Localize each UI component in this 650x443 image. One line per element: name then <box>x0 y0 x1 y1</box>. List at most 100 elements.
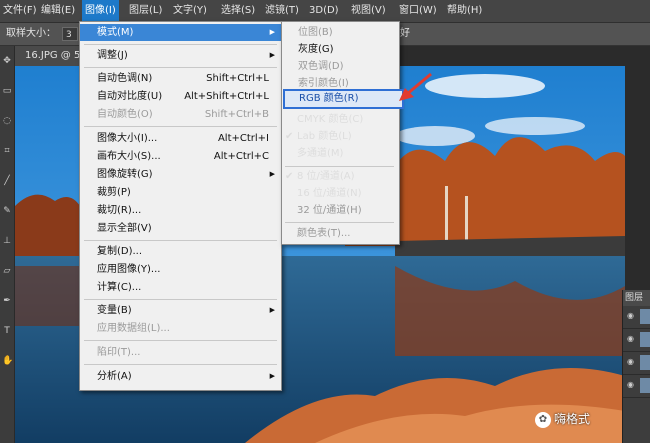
menu-item-label: 变量(B) <box>97 305 132 316</box>
eraser-tool-icon[interactable]: ▱ <box>2 266 12 276</box>
text-tool-icon[interactable]: T <box>2 326 12 336</box>
submenu-arrow-icon: ▶ <box>269 170 275 178</box>
menu-item-label: 8 位/通道(A) <box>297 171 355 182</box>
menu-item-image-rotation[interactable]: 图像旋转(G) ▶ <box>80 166 281 183</box>
stamp-tool-icon[interactable]: ⊥ <box>2 236 12 246</box>
menu-item-crop[interactable]: 裁剪(P) <box>80 184 281 201</box>
menu-item-reveal-all[interactable]: 显示全部(V) <box>80 220 281 237</box>
menu-item-label: 模式(M) <box>97 27 134 38</box>
menu-item-label: 双色调(D) <box>298 61 344 72</box>
lasso-tool-icon[interactable]: ◌ <box>2 116 12 126</box>
layer-row[interactable]: ◉ <box>623 329 650 352</box>
eye-icon[interactable]: ◉ <box>627 358 637 366</box>
mode-item-lab-color[interactable]: ✔ Lab 颜色(L) <box>281 128 398 145</box>
menu-item-analysis[interactable]: 分析(A) ▶ <box>80 368 281 385</box>
mode-item-32bit[interactable]: 32 位/通道(H) <box>281 202 398 219</box>
sample-size-select[interactable]: 3 <box>62 27 78 41</box>
menu-filter[interactable]: 滤镜(T) <box>262 0 302 22</box>
menu-edit[interactable]: 编辑(E) <box>38 0 78 22</box>
mode-item-duotone[interactable]: 双色调(D) <box>282 58 399 75</box>
menu-item-label: 图像旋转(G) <box>97 169 153 180</box>
menu-separator <box>84 240 277 241</box>
menu-image[interactable]: 图像(I) <box>82 0 119 22</box>
submenu-arrow-icon: ▶ <box>269 51 275 59</box>
menu-item-apply-data-set[interactable]: 应用数据组(L)... <box>80 320 281 337</box>
move-tool-icon[interactable]: ✥ <box>2 56 12 66</box>
layer-row[interactable]: ◉ <box>623 352 650 375</box>
menu-item-label: 位图(B) <box>298 27 333 38</box>
menu-item-label: 陷印(T)... <box>97 347 141 358</box>
menu-help[interactable]: 帮助(H) <box>444 0 485 22</box>
menu-item-label: 多通道(M) <box>297 148 344 159</box>
menu-item-label: 裁剪(P) <box>97 187 131 198</box>
image-menu-dropdown: 模式(M) ▶ 调整(J) ▶ 自动色调(N) Shift+Ctrl+L 自动对… <box>79 21 282 391</box>
menu-window[interactable]: 窗口(W) <box>396 0 440 22</box>
layers-panel-header: 图层 <box>623 290 650 306</box>
brush-tool-icon[interactable]: ✎ <box>2 206 12 216</box>
menu-select[interactable]: 选择(S) <box>218 0 258 22</box>
menu-item-label: RGB 颜色(R) <box>299 93 359 104</box>
menu-item-label: 应用数据组(L)... <box>97 323 170 334</box>
eye-icon[interactable]: ◉ <box>627 381 637 389</box>
menu-item-adjustments[interactable]: 调整(J) ▶ <box>80 47 281 64</box>
menu-item-auto-tone[interactable]: 自动色调(N) Shift+Ctrl+L <box>80 70 281 87</box>
eye-icon[interactable]: ◉ <box>627 335 637 343</box>
submenu-arrow-icon: ▶ <box>269 306 275 314</box>
layer-row[interactable]: ◉ <box>623 306 650 329</box>
menu-item-label: CMYK 颜色(C) <box>297 114 364 125</box>
mode-item-8bit[interactable]: ✔ 8 位/通道(A) <box>281 168 398 185</box>
menu-type[interactable]: 文字(Y) <box>170 0 210 22</box>
crop-tool-icon[interactable]: ⌗ <box>2 146 12 156</box>
menu-item-duplicate[interactable]: 复制(D)... <box>80 243 281 260</box>
menu-item-label: 裁切(R)... <box>97 205 142 216</box>
menu-item-label: 灰度(G) <box>298 44 334 55</box>
layer-thumbnail <box>640 309 650 324</box>
annotation-arrow <box>399 72 432 101</box>
menu-item-label: 显示全部(V) <box>97 223 152 234</box>
menu-item-calculations[interactable]: 计算(C)... <box>80 279 281 296</box>
menu-separator <box>84 299 277 300</box>
menu-item-trim[interactable]: 裁切(R)... <box>80 202 281 219</box>
options-trailing-text: 好 <box>400 28 410 39</box>
menu-view[interactable]: 视图(V) <box>348 0 389 22</box>
menu-item-apply-image[interactable]: 应用图像(Y)... <box>80 261 281 278</box>
mode-item-cmyk-color[interactable]: CMYK 颜色(C) <box>281 111 398 128</box>
mode-item-bitmap[interactable]: 位图(B) <box>282 24 399 41</box>
eye-icon[interactable]: ◉ <box>627 312 637 320</box>
menu-item-label: 自动对比度(U) <box>97 91 163 102</box>
menu-file[interactable]: 文件(F) <box>0 0 40 22</box>
menu-item-trap[interactable]: 陷印(T)... <box>80 344 281 361</box>
mode-item-rgb-color[interactable]: RGB 颜色(R) <box>283 89 404 109</box>
watermark-text: 嗨格式 <box>554 412 591 426</box>
layer-row[interactable]: ◉ <box>623 375 650 398</box>
menu-item-image-size[interactable]: 图像大小(I)... Alt+Ctrl+I <box>80 130 281 147</box>
menu-item-label: 计算(C)... <box>97 282 142 293</box>
mode-item-multichannel[interactable]: 多通道(M) <box>281 145 398 162</box>
menu-item-auto-color[interactable]: 自动颜色(O) Shift+Ctrl+B <box>80 106 281 123</box>
submenu-arrow-icon: ▶ <box>269 372 275 380</box>
menu-item-label: 颜色表(T)... <box>297 228 351 239</box>
menu-item-canvas-size[interactable]: 画布大小(S)... Alt+Ctrl+C <box>80 148 281 165</box>
eyedropper-tool-icon[interactable]: ╱ <box>2 176 12 186</box>
menu-item-variables[interactable]: 变量(B) ▶ <box>80 302 281 319</box>
pen-tool-icon[interactable]: ✒ <box>2 296 12 306</box>
mode-item-color-table[interactable]: 颜色表(T)... <box>281 225 398 242</box>
menu-item-mode[interactable]: 模式(M) ▶ <box>80 24 281 41</box>
menu-layer[interactable]: 图层(L) <box>126 0 165 22</box>
hand-tool-icon[interactable]: ✋ <box>2 356 13 366</box>
layer-thumbnail <box>640 332 650 347</box>
menu-separator <box>285 222 394 223</box>
mode-item-grayscale[interactable]: 灰度(G) <box>282 41 399 58</box>
menu-item-label: 应用图像(Y)... <box>97 264 161 275</box>
marquee-tool-icon[interactable]: ▭ <box>2 86 12 96</box>
menu-item-auto-contrast[interactable]: 自动对比度(U) Alt+Shift+Ctrl+L <box>80 88 281 105</box>
menu-separator <box>84 44 277 45</box>
check-icon: ✔ <box>285 171 294 182</box>
mode-item-16bit[interactable]: 16 位/通道(N) <box>281 185 398 202</box>
watermark-logo-icon: ✿ <box>535 411 551 428</box>
menu-item-label: 自动色调(N) <box>97 73 153 84</box>
submenu-arrow-icon: ▶ <box>269 28 275 36</box>
menu-item-label: 自动颜色(O) <box>97 109 153 120</box>
menu-item-label: 调整(J) <box>97 50 128 61</box>
menu-3d[interactable]: 3D(D) <box>306 0 342 22</box>
